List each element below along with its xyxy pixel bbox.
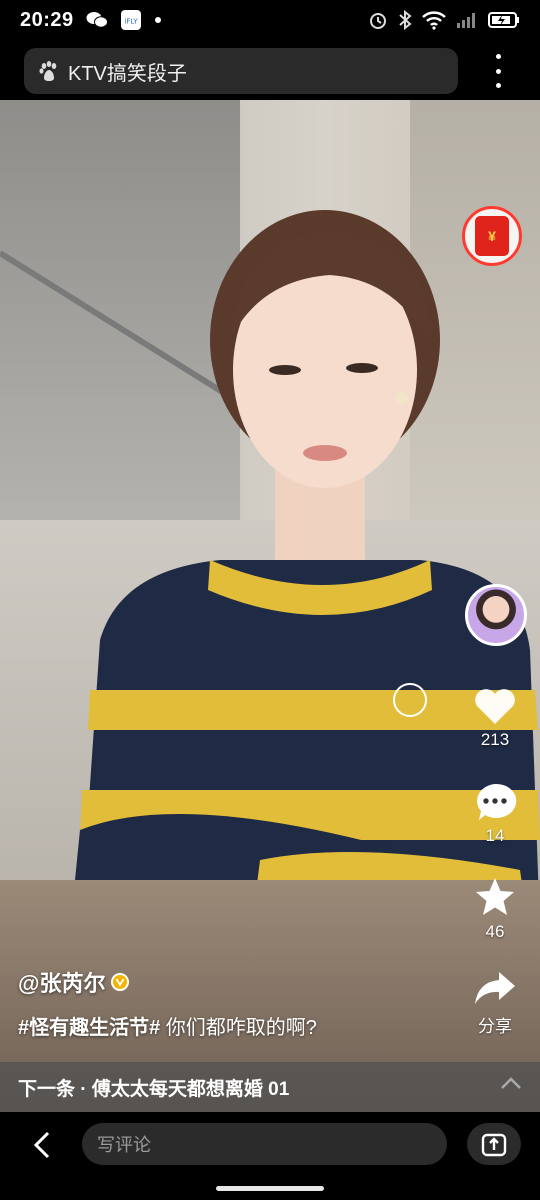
video-player[interactable]: [0, 100, 540, 1112]
comment-bubble-icon: [477, 783, 517, 820]
wechat-icon: [86, 11, 108, 29]
author-name[interactable]: @张芮尔: [18, 966, 130, 998]
comment-placeholder: 写评论: [97, 1135, 151, 1155]
red-packet-icon: ¥: [475, 216, 509, 256]
author-handle: @张芮尔: [18, 971, 106, 996]
red-packet-button[interactable]: ¥: [462, 206, 522, 266]
share-arrow-icon: [475, 972, 515, 1004]
more-options-button[interactable]: [486, 54, 510, 88]
red-packet-glyph: ¥: [488, 228, 496, 244]
status-time: 20:29: [20, 8, 74, 31]
back-arrow-icon: [33, 1131, 50, 1159]
next-video-label: 下一条 · 傅太太每天都想离婚 01: [18, 1078, 290, 1100]
battery-icon: [488, 11, 520, 29]
wifi-icon: [422, 10, 446, 30]
baidu-paw-icon: [38, 60, 60, 82]
caption-hashtag[interactable]: #怪有趣生活节#: [18, 1017, 160, 1039]
like-count: 213: [480, 730, 510, 749]
more-dot: [495, 68, 501, 74]
bluetooth-icon: [398, 10, 412, 30]
comment-count: 14: [485, 826, 505, 845]
author-avatar[interactable]: [465, 584, 527, 646]
bottom-bar: 写评论: [0, 1112, 540, 1200]
search-query: KTV搞笑段子: [68, 62, 187, 85]
top-bar: KTV搞笑段子: [0, 40, 540, 100]
caption-text: 你们都咋取的啊?: [160, 1017, 317, 1039]
comment-button[interactable]: 14: [460, 782, 530, 846]
signal-icon: [456, 11, 478, 29]
search-bar[interactable]: KTV搞笑段子: [24, 48, 458, 94]
home-indicator[interactable]: [216, 1186, 324, 1191]
share-box-icon: [481, 1133, 507, 1157]
star-icon: [476, 878, 514, 915]
dot-icon: [154, 16, 162, 24]
favorite-count: 46: [485, 922, 505, 941]
heart-icon: [475, 689, 515, 724]
next-video-bar[interactable]: 下一条 · 傅太太每天都想离婚 01: [0, 1062, 540, 1112]
like-button[interactable]: 213: [460, 688, 530, 750]
share-button[interactable]: 分享: [460, 970, 530, 1037]
back-button[interactable]: [28, 1130, 58, 1160]
alarm-icon: [368, 10, 388, 30]
more-dot: [495, 83, 501, 88]
video-caption: #怪有趣生活节# 你们都咋取的啊?: [18, 1011, 317, 1040]
share-label: 分享: [478, 1017, 512, 1036]
status-bar: 20:29 iFLY: [0, 0, 540, 40]
verified-badge-icon: [111, 973, 130, 991]
share-to-button[interactable]: [467, 1123, 521, 1165]
ifly-app-icon: iFLY: [120, 9, 142, 31]
more-dot: [495, 54, 501, 59]
ifly-label: iFLY: [124, 18, 138, 26]
comment-input[interactable]: 写评论: [82, 1123, 447, 1165]
chevron-up-icon[interactable]: [500, 1076, 522, 1095]
favorite-button[interactable]: 46: [460, 876, 530, 942]
